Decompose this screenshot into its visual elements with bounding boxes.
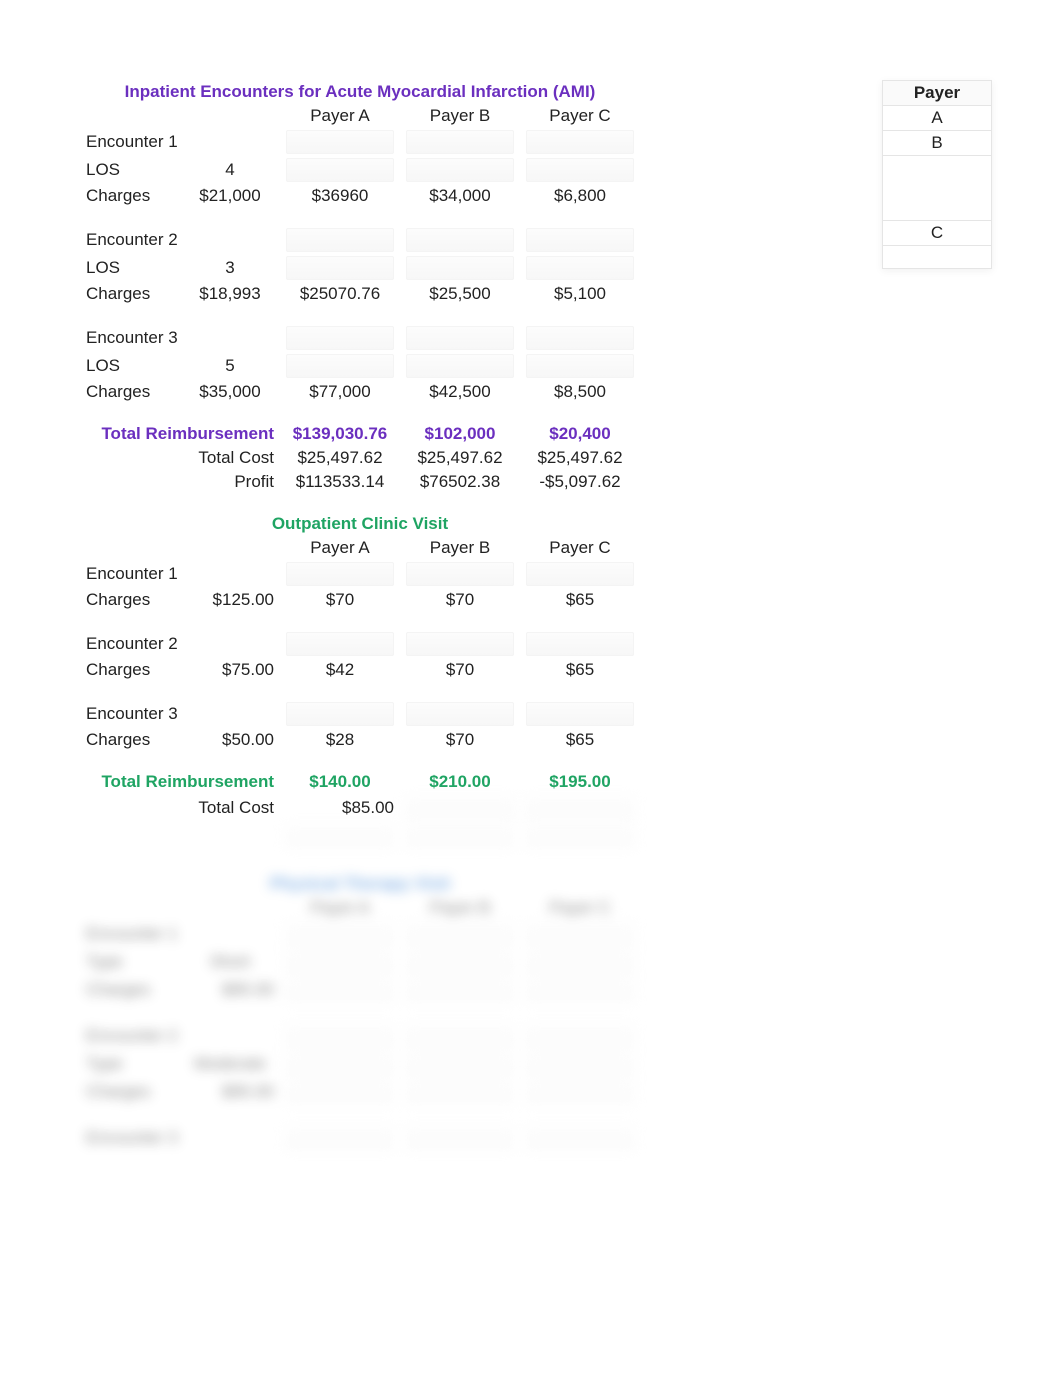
- charges-value: $35,000: [180, 380, 280, 404]
- charges-label: Charges: [80, 184, 180, 208]
- total-reimb-c: $20,400: [520, 422, 640, 446]
- outpatient-table: Outpatient Clinic Visit Payer A Payer B …: [80, 512, 640, 850]
- los-label: LOS: [80, 254, 180, 282]
- amount-cell: $5,100: [520, 282, 640, 306]
- amount-cell: $34,000: [400, 184, 520, 208]
- total-cost-label: Total Cost: [80, 794, 280, 822]
- amount-cell: $36960: [280, 184, 400, 208]
- profit-label: Profit: [80, 470, 280, 494]
- profit-c: -$5,097.62: [520, 470, 640, 494]
- encounter-label: Encounter 2: [80, 1022, 280, 1050]
- charges-value: $21,000: [180, 184, 280, 208]
- encounter-label: Encounter 3: [80, 1124, 280, 1152]
- total-cost-a: $25,497.62: [280, 446, 400, 470]
- amount-cell: $70: [400, 588, 520, 612]
- amount-cell: $8,500: [520, 380, 640, 404]
- amount-cell: $28: [280, 728, 400, 752]
- charges-value: $75.00: [180, 658, 280, 682]
- amount-cell: $77,000: [280, 380, 400, 404]
- amount-cell: $70: [400, 728, 520, 752]
- los-value: 5: [180, 352, 280, 380]
- side-payer-a: A: [883, 106, 992, 131]
- col-payer-c: Payer C: [520, 896, 640, 920]
- charges-value: $50.00: [180, 728, 280, 752]
- amount-cell: $25,500: [400, 282, 520, 306]
- third-table: Physical Therapy Visit Payer A Payer B P…: [80, 872, 640, 1152]
- amount-cell: $70: [280, 588, 400, 612]
- los-value: 3: [180, 254, 280, 282]
- profit-b: $76502.38: [400, 470, 520, 494]
- amount-cell: $65: [520, 658, 640, 682]
- col-payer-b: Payer B: [400, 536, 520, 560]
- col-payer-c: Payer C: [520, 536, 640, 560]
- amount-cell: $42: [280, 658, 400, 682]
- side-header: Payer: [883, 81, 992, 106]
- los-value: 4: [180, 156, 280, 184]
- encounter-label: Encounter 1: [80, 560, 280, 588]
- col-payer-a: Payer A: [280, 104, 400, 128]
- total-reimb-b: $102,000: [400, 422, 520, 446]
- encounter-label: Encounter 2: [80, 226, 280, 254]
- amount-cell: $6,800: [520, 184, 640, 208]
- side-payer-c: C: [883, 221, 992, 246]
- total-reimb-label: Total Reimbursement: [80, 770, 280, 794]
- payer-side-table: Payer A B C: [882, 80, 992, 269]
- amount-cell: $70: [400, 658, 520, 682]
- col-payer-a: Payer A: [280, 896, 400, 920]
- charges-value: $18,993: [180, 282, 280, 306]
- col-payer-b: Payer B: [400, 104, 520, 128]
- col-payer-a: Payer A: [280, 536, 400, 560]
- side-payer-b: B: [883, 131, 992, 156]
- charges-label: Charges: [80, 728, 180, 752]
- inpatient-title: Inpatient Encounters for Acute Myocardia…: [80, 80, 640, 104]
- total-reimb-a: $140.00: [280, 770, 400, 794]
- los-label: LOS: [80, 156, 180, 184]
- charges-label: Charges: [80, 380, 180, 404]
- encounter-label: Encounter 1: [80, 920, 280, 948]
- los-label: LOS: [80, 352, 180, 380]
- profit-a: $113533.14: [280, 470, 400, 494]
- col-payer-b: Payer B: [400, 896, 520, 920]
- total-reimb-a: $139,030.76: [280, 422, 400, 446]
- amount-cell: $65: [520, 728, 640, 752]
- total-cost-label: Total Cost: [80, 446, 280, 470]
- charges-value: $125.00: [180, 588, 280, 612]
- amount-cell: $65: [520, 588, 640, 612]
- charges-label: Charges: [80, 588, 180, 612]
- total-reimb-c: $195.00: [520, 770, 640, 794]
- total-reimb-label: Total Reimbursement: [80, 422, 280, 446]
- encounter-label: Encounter 1: [80, 128, 280, 156]
- encounter-label: Encounter 3: [80, 700, 280, 728]
- total-cost-a: $85.00: [280, 794, 400, 822]
- encounter-label: Encounter 2: [80, 630, 280, 658]
- outpatient-title: Outpatient Clinic Visit: [80, 512, 640, 536]
- col-payer-c: Payer C: [520, 104, 640, 128]
- charges-label: Charges: [80, 282, 180, 306]
- amount-cell: $25070.76: [280, 282, 400, 306]
- inpatient-table: Inpatient Encounters for Acute Myocardia…: [80, 80, 640, 494]
- total-reimb-b: $210.00: [400, 770, 520, 794]
- total-cost-c: $25,497.62: [520, 446, 640, 470]
- total-cost-b: $25,497.62: [400, 446, 520, 470]
- amount-cell: $42,500: [400, 380, 520, 404]
- charges-label: Charges: [80, 658, 180, 682]
- third-title: Physical Therapy Visit: [80, 872, 640, 896]
- encounter-label: Encounter 3: [80, 324, 280, 352]
